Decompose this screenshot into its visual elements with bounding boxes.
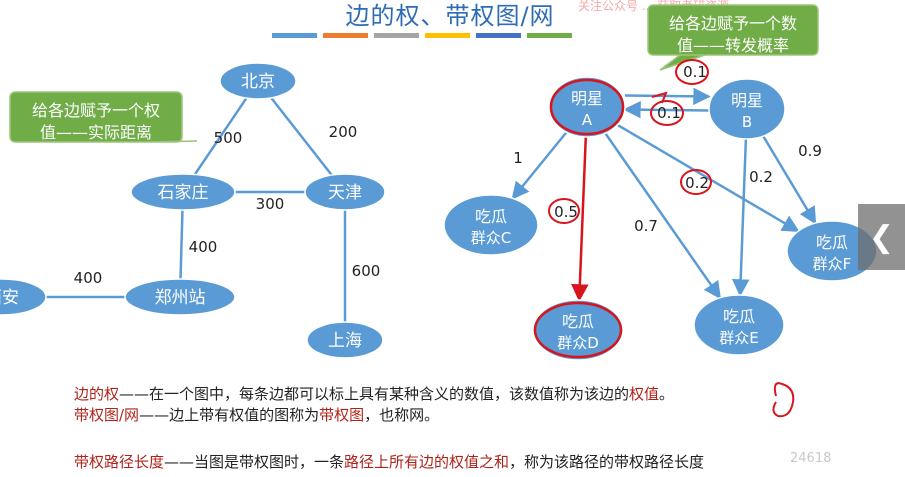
right-node-line2-A: A [582, 111, 593, 129]
right-edge-weight-B-F: 0.9 [798, 142, 822, 160]
left-node-label-shanghai: 上海 [328, 331, 362, 351]
highlight-1: 权值 [629, 385, 660, 403]
left-edge-weight-xian-zhengzhou: 400 [74, 269, 103, 287]
callout-right-text-1: 值——转发概率 [677, 36, 789, 55]
callout-left: 给各边赋予一个权值——实际距离 [9, 91, 198, 143]
right-node-line1-B: 明星 [731, 91, 763, 110]
term-weighted-path-length: 带权路径长度 [74, 453, 165, 471]
term-edge-weight: 边的权 [74, 385, 120, 403]
callout-right-text-0: 给各边赋予一个数 [669, 14, 797, 33]
right-edge-B-E [731, 138, 750, 297]
chevron-left-icon: ❮ [868, 219, 895, 255]
sep-3: —— [164, 453, 195, 471]
right-node-line1-D: 吃瓜 [562, 312, 594, 331]
right-node-B: 明星 B [708, 78, 786, 140]
highlight-3: 路径上所有边的权值之和 [344, 453, 510, 471]
left-node-shanghai: 上海 [306, 321, 384, 359]
right-node-line1-E: 吃瓜 [723, 307, 755, 326]
right-node-A: 明星 A [548, 76, 626, 138]
left-node-shijiazhuang: 石家庄 [130, 173, 236, 211]
callout-right: 给各边赋予一个数值——转发概率 [647, 4, 819, 71]
left-node-zhengzhou: 郑州站 [124, 278, 236, 316]
left-node-label-beijing: 北京 [241, 72, 275, 92]
left-edge-weight-beijing-shijiazhuang: 500 [214, 129, 243, 147]
slide: 边的权、带权图/网 关注公众号 ... 获取考研资源 24618 5002003… [0, 0, 905, 477]
left-node-beijing: 北京 [219, 62, 297, 100]
right-node-line1-A: 明星 [571, 89, 603, 108]
sep-2: —— [139, 406, 170, 424]
right-node-line2-E: 群众E [719, 329, 758, 347]
right-edge-A-B [624, 87, 711, 106]
right-edge-weight-A-C: 1 [513, 149, 523, 167]
left-edge-weight-beijing-tianjin: 200 [329, 123, 358, 141]
definition-weighted-path-length: 带权路径长度——当图是带权图时，一条路径上所有边的权值之和，称为该路径的带权路径… [74, 452, 704, 472]
right-node-line2-C: 群众C [471, 229, 511, 247]
prev-slide-button[interactable]: ❮ [858, 204, 905, 270]
end-1: 。 [659, 385, 675, 403]
right-node-line2-B: B [742, 113, 752, 131]
right-node-line1-F: 吃瓜 [816, 233, 848, 252]
right-edge-A-D [571, 136, 589, 302]
left-node-xian: 西安 [0, 278, 47, 316]
right-node-D: 吃瓜群众D [532, 299, 624, 361]
right-node-line1-C: 吃瓜 [475, 207, 507, 226]
right-edge-weight-A-F: 0.2 [685, 174, 709, 192]
right-edge-A-E [604, 132, 722, 300]
left-node-label-shijiazhuang: 石家庄 [158, 183, 209, 203]
left-edge-weight-shijiazhuang-zhengzhou: 400 [189, 238, 218, 256]
left-node-label-zhengzhou: 郑州站 [155, 288, 206, 308]
definition-weighted-graph: 带权图/网——边上带有权值的图称为带权图，也称网。 [74, 405, 439, 425]
term-weighted-graph: 带权图/网 [74, 406, 140, 424]
left-node-tianjin: 天津 [304, 173, 386, 211]
red-circle-weight-term [772, 382, 795, 418]
right-node-line2-F: 群众F [813, 255, 852, 273]
end-2: ，也称网。 [364, 406, 440, 424]
left-node-label-tianjin: 天津 [328, 183, 362, 203]
text-1: 在一个图中，每条边都可以标上具有某种含义的数值，该数值称为该边的 [149, 385, 630, 403]
callout-left-text-0: 给各边赋予一个权 [32, 101, 160, 120]
right-edge-weight-B-A: 0.1 [657, 104, 681, 122]
left-node-label-xian: 西安 [0, 288, 19, 308]
right-edge-weight-A-D: 0.5 [554, 203, 578, 221]
end-3: ，称为该路径的带权路径长度 [509, 453, 705, 471]
text-3: 当图是带权图时，一条 [194, 453, 345, 471]
left-edge-weight-tianjin-shanghai: 600 [352, 262, 381, 280]
callout-left-text-1: 值——实际距离 [40, 123, 152, 142]
right-node-line2-D: 群众D [557, 334, 599, 352]
right-node-E: 吃瓜群众E [693, 294, 785, 356]
left-edge-weight-shijiazhuang-tianjin: 300 [256, 195, 285, 213]
right-edge-weight-A-B: 0.1 [683, 63, 707, 81]
definition-edge-weight: 边的权——在一个图中，每条边都可以标上具有某种含义的数值，该数值称为该边的权值。 [74, 384, 674, 404]
text-2: 边上带有权值的图称为 [169, 406, 320, 424]
right-node-C: 吃瓜群众C [443, 194, 539, 256]
right-edge-weight-A-E: 0.7 [634, 217, 658, 235]
sep-1: —— [119, 385, 150, 403]
highlight-2: 带权图 [319, 406, 365, 424]
right-edge-weight-B-E: 0.2 [749, 168, 773, 186]
